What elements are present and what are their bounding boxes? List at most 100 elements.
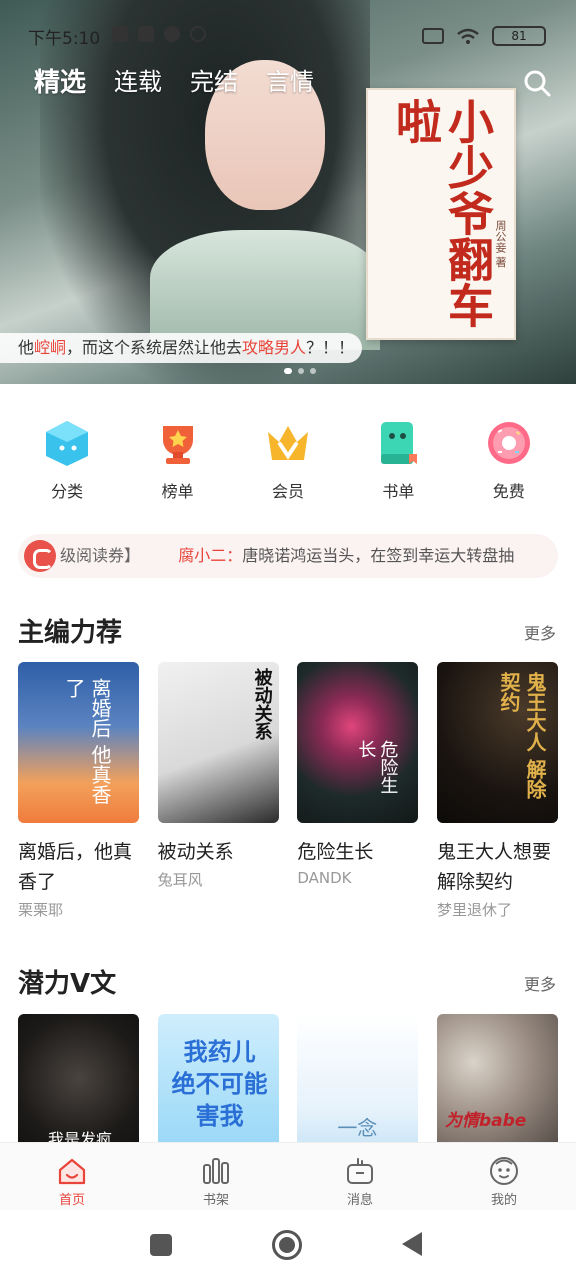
book-cover: 被动关系	[157, 662, 279, 823]
top-category-tabs: 精选 连载 完结 言情	[34, 62, 314, 99]
home-button-inner	[279, 1237, 295, 1253]
book-card[interactable]: 危险生长 危险生长 DANDK	[297, 662, 419, 920]
banner-caption: 他崆峒，而这个系统居然让他去攻略男人？！！	[0, 333, 362, 363]
banner-dot	[284, 368, 292, 374]
banner-dot	[310, 368, 316, 374]
section-more-link[interactable]: 更多	[524, 971, 556, 995]
book-card[interactable]: 被动关系 被动关系 兔耳风	[157, 662, 279, 920]
app-notification-icon	[190, 26, 206, 42]
quick-entry-label: 分类	[51, 482, 84, 501]
tab-completed[interactable]: 完结	[190, 62, 238, 99]
booklist-icon	[373, 418, 423, 468]
book-cover: 我是发疯	[18, 1014, 139, 1142]
notice-prefix: 级阅读券】	[60, 546, 141, 565]
quick-entry-row: 分类 榜单 会员 书单 免费	[0, 412, 576, 512]
tab-messages[interactable]: 消息	[288, 1143, 432, 1210]
quick-entry-ranking[interactable]: 榜单	[133, 412, 223, 512]
home-icon	[56, 1155, 88, 1187]
check-circle-icon	[164, 26, 180, 42]
book-card[interactable]: 我药儿 绝不可能害我	[157, 1014, 279, 1142]
book-author: DANDK	[297, 869, 352, 887]
book-card[interactable]: 我是发疯	[18, 1014, 139, 1142]
trophy-icon	[153, 418, 203, 468]
system-navigation-bar	[0, 1210, 576, 1280]
banner-dot	[298, 368, 304, 374]
battery-icon: 81	[492, 26, 546, 46]
book-author: 栗栗耶	[18, 901, 64, 919]
book-cover-title: 为情babe	[444, 1111, 527, 1131]
quick-entry-vip[interactable]: 会员	[243, 412, 333, 512]
book-title: 危险生长	[297, 841, 374, 863]
banner-book-cover-title: 小少爷翻车啦	[389, 98, 495, 328]
tab-home[interactable]: 首页	[0, 1143, 144, 1210]
book-title: 被动关系	[157, 841, 234, 863]
quick-entry-label: 书单	[382, 482, 415, 501]
book-title: 鬼王大人想要解除契约	[436, 841, 551, 893]
book-cover-title: 鬼王大人 解除契约	[496, 672, 547, 799]
home-button[interactable]	[272, 1230, 302, 1260]
tab-profile[interactable]: 我的	[432, 1143, 576, 1210]
notice-user-name: 腐小二：	[178, 546, 243, 565]
book-cover: 我药儿 绝不可能害我	[157, 1014, 279, 1142]
category-icon	[42, 418, 92, 468]
wifi-icon	[456, 28, 480, 44]
quick-entry-label: 会员	[271, 482, 304, 501]
notice-message: 唐晓诺鸿运当头，在签到幸运大转盘抽	[242, 546, 515, 565]
quick-entry-free[interactable]: 免费	[464, 412, 554, 512]
status-bar: 下午5:10 81	[0, 20, 576, 52]
tab-label: 消息	[346, 1193, 373, 1208]
book-card[interactable]: 离婚后 他真香了 离婚后，他真香了 栗栗耶	[18, 662, 139, 920]
book-cover: 为情babe	[436, 1014, 558, 1142]
notice-marquee[interactable]: 级阅读券】 腐小二：唐晓诺鸿运当头，在签到幸运大转盘抽	[18, 534, 558, 578]
tab-selected[interactable]: 精选	[34, 62, 86, 99]
sim-icon	[422, 28, 444, 44]
tab-label: 书架	[202, 1193, 229, 1208]
book-cover-title: 被动关系	[251, 668, 273, 740]
banner-pagination-dots	[284, 368, 316, 374]
book-cover: 鬼王大人 解除契约	[436, 662, 558, 823]
book-cover-title: 离婚后 他真香了	[62, 678, 112, 805]
book-cover: 离婚后 他真香了	[18, 662, 139, 823]
book-card[interactable]: 一念	[297, 1014, 419, 1142]
tab-romance[interactable]: 言情	[266, 62, 314, 99]
tab-label: 我的	[490, 1193, 517, 1208]
banner-book-cover[interactable]: 小少爷翻车啦 周公妾 著	[366, 88, 516, 340]
section-title-potential-v: 潜力V文	[18, 969, 117, 999]
bookshelf-icon	[200, 1155, 232, 1187]
book-card[interactable]: 为情babe	[436, 1014, 558, 1142]
bottom-tab-bar: 首页 书架 消息 我的	[0, 1142, 576, 1210]
book-row-editor-picks: 离婚后 他真香了 离婚后，他真香了 栗栗耶 被动关系 被动关系 兔耳风 危险生长…	[18, 662, 558, 920]
quick-entry-label: 榜单	[161, 482, 194, 501]
tab-bookshelf[interactable]: 书架	[144, 1143, 288, 1210]
section-title-editor-picks: 主编力荐	[18, 618, 123, 648]
upload-icon	[138, 26, 154, 42]
recent-apps-button[interactable]	[150, 1234, 172, 1256]
book-author: 梦里退休了	[436, 901, 512, 919]
back-button[interactable]	[402, 1232, 422, 1256]
quick-entry-category[interactable]: 分类	[22, 412, 112, 512]
banner-book-cover-author: 周公妾 著	[494, 220, 507, 268]
book-cover: 危险生长	[297, 662, 419, 823]
tab-label: 首页	[58, 1193, 85, 1208]
book-row-potential-v: 我是发疯 我药儿 绝不可能害我 一念 为情babe	[18, 1014, 558, 1142]
notification-muted-icon	[112, 26, 128, 42]
book-cover-title: 危险生长	[355, 740, 399, 794]
book-card[interactable]: 鬼王大人 解除契约 鬼王大人想要解除契约 梦里退休了	[436, 662, 558, 920]
book-cover-title: 一念	[337, 1116, 378, 1140]
profile-icon	[488, 1155, 520, 1187]
banner-illustration-robe	[150, 230, 380, 350]
search-icon[interactable]	[522, 68, 552, 98]
book-cover: 一念	[297, 1014, 419, 1142]
book-cover-title: 我是发疯	[48, 1130, 113, 1142]
status-time: 下午5:10	[28, 29, 101, 49]
book-cover-title: 我药儿 绝不可能害我	[171, 1038, 268, 1130]
notice-bell-icon	[24, 540, 56, 572]
section-more-link[interactable]: 更多	[524, 620, 556, 644]
message-icon	[344, 1155, 376, 1187]
book-title: 离婚后，他真香了	[18, 841, 133, 893]
quick-entry-booklist[interactable]: 书单	[353, 412, 443, 512]
book-author: 兔耳风	[157, 871, 203, 889]
donut-icon	[484, 418, 534, 468]
tab-serializing[interactable]: 连载	[114, 62, 162, 99]
hero-banner[interactable]: 小少爷翻车啦 周公妾 著 下午5:10 81 精选 连载 完结 言情 他崆峒，而…	[0, 0, 576, 384]
